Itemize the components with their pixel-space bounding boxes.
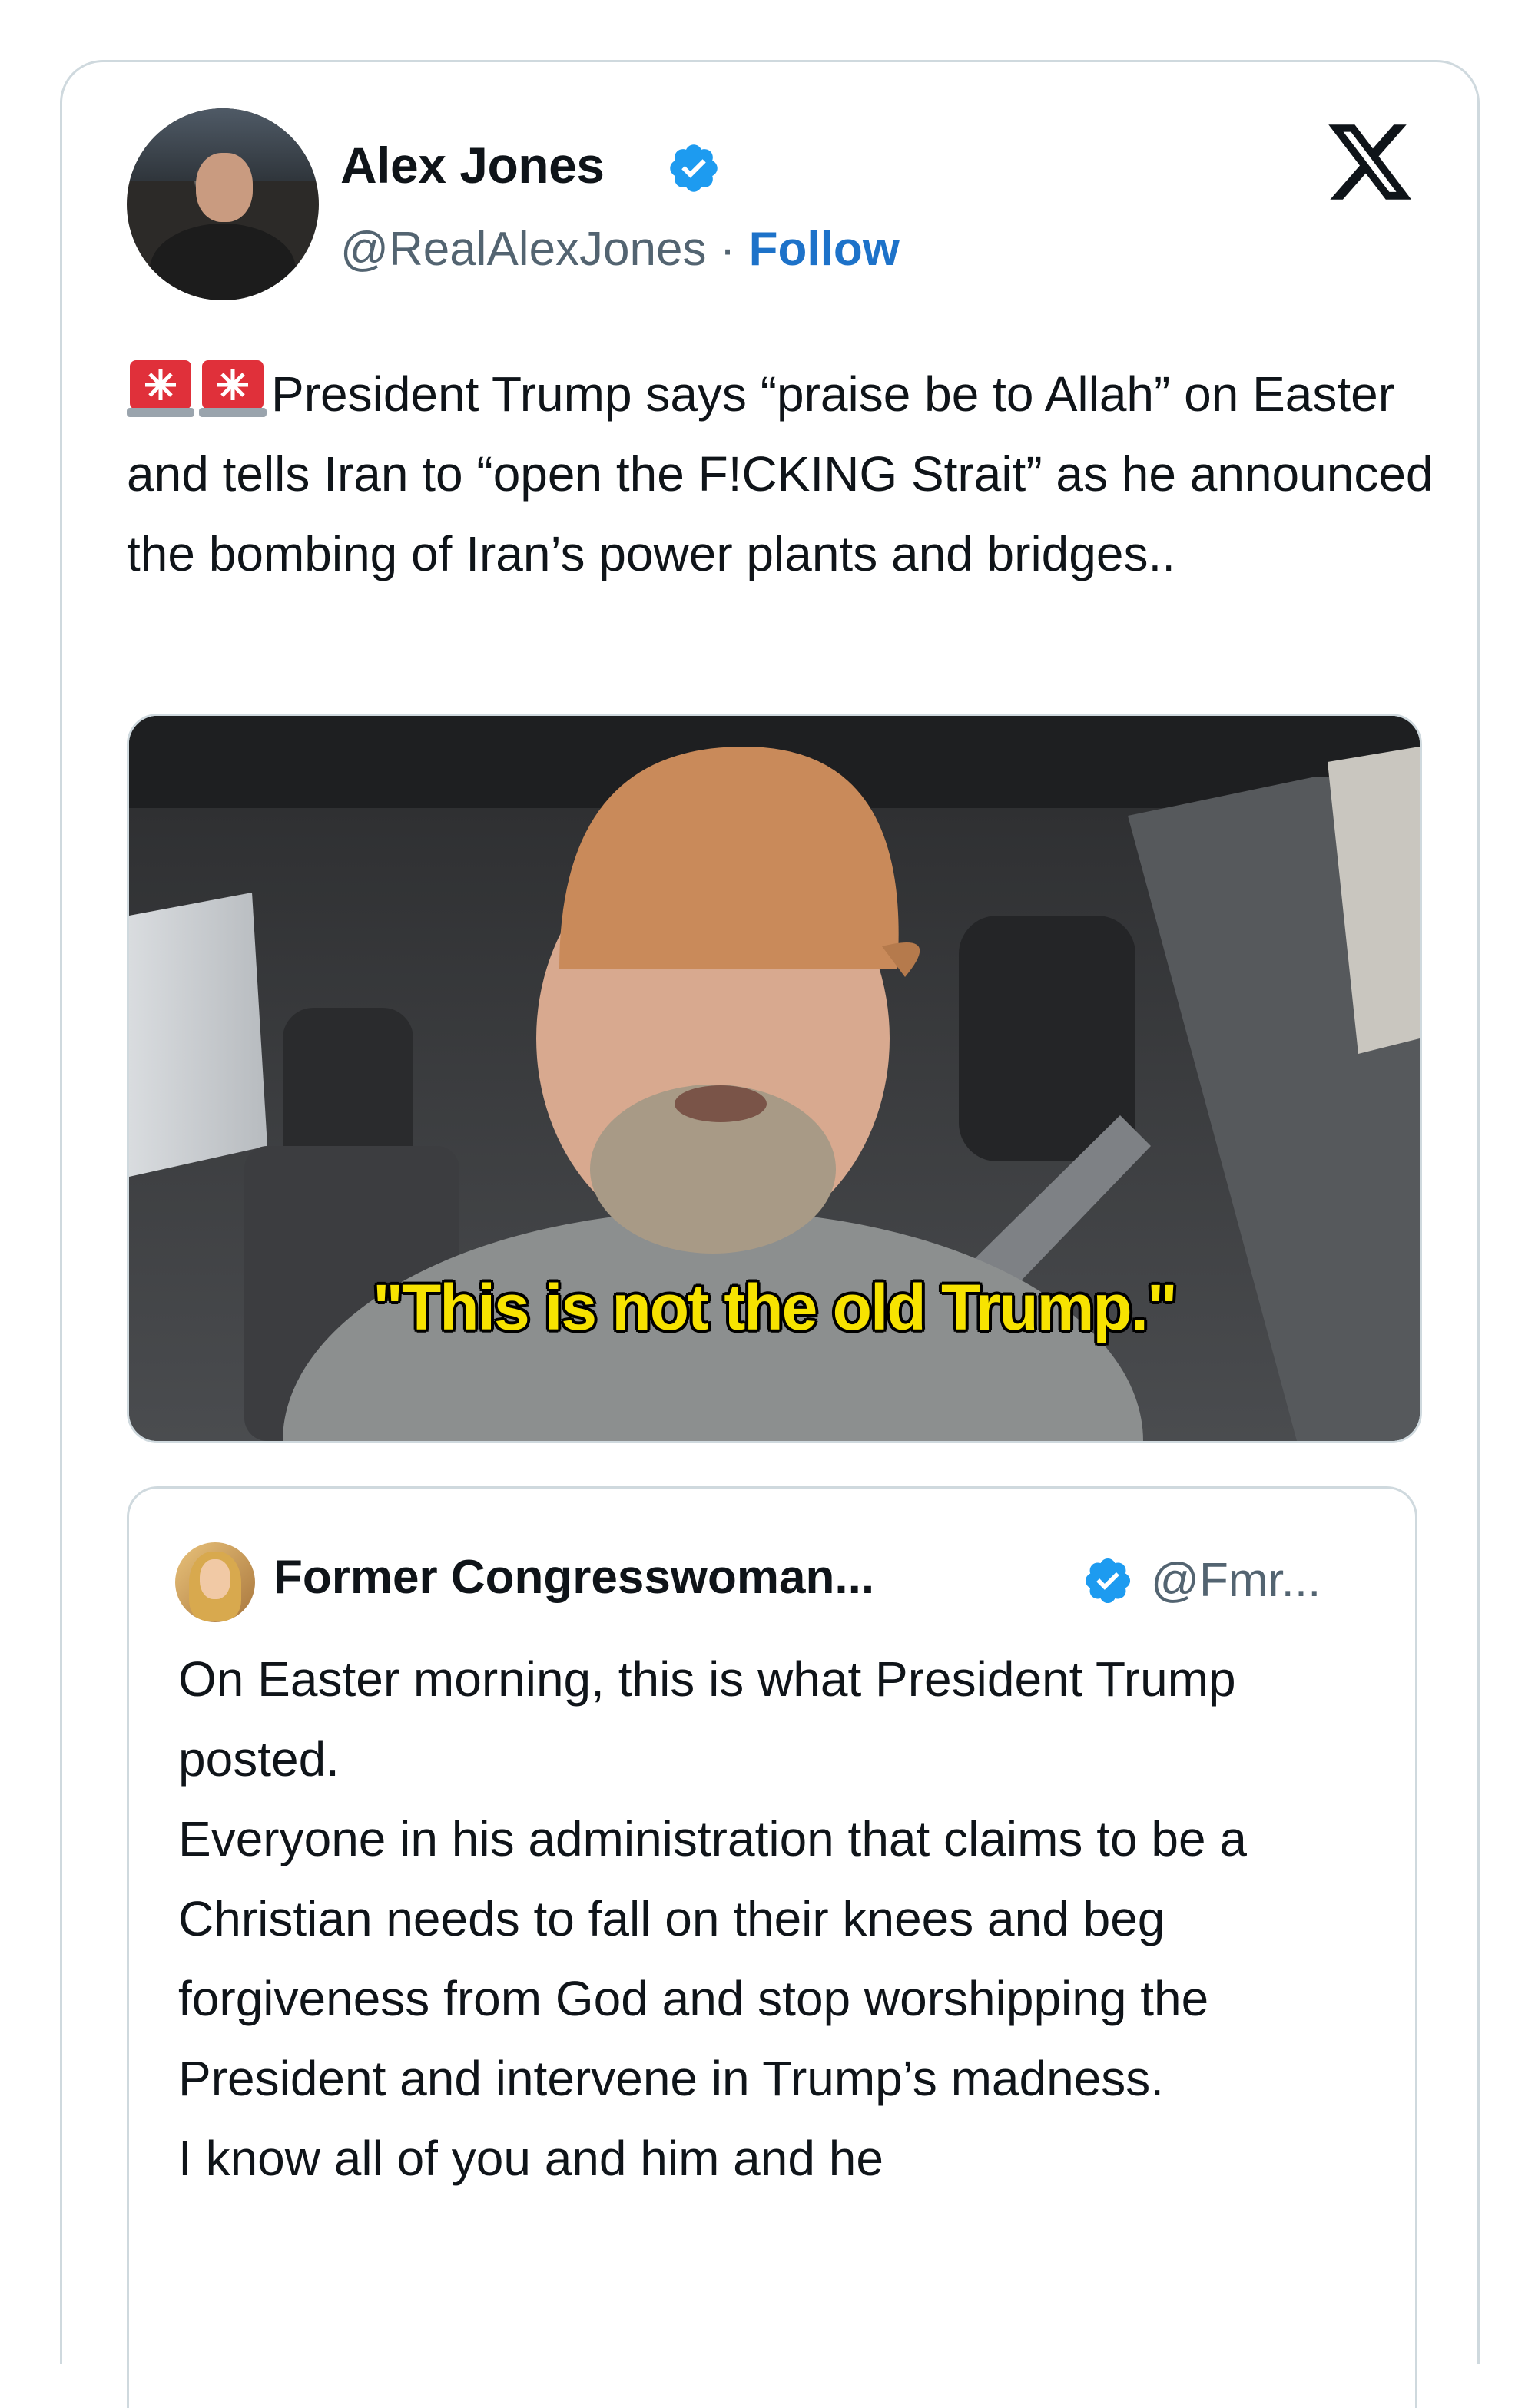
verified-badge-icon: [670, 144, 718, 192]
quoted-tweet-text: On Easter morning, this is what Presiden…: [178, 1639, 1377, 2198]
tweet-card[interactable]: Alex Jones @RealAlexJones · Follow Presi…: [60, 60, 1480, 2408]
siren-emoji-icon: [127, 360, 194, 417]
follow-button[interactable]: Follow: [749, 223, 900, 276]
author-handle[interactable]: @RealAlexJones: [340, 223, 707, 276]
quoted-text-line: On Easter morning, this is what Presiden…: [178, 1651, 1236, 1787]
author-name[interactable]: Alex Jones: [340, 136, 605, 194]
video-thumbnail[interactable]: "This is not the old Trump.": [127, 714, 1422, 1443]
handle-row: @RealAlexJones · Follow: [340, 222, 900, 277]
author-avatar[interactable]: [127, 108, 319, 300]
quoted-text-line: Everyone in his administration that clai…: [178, 1811, 1247, 2106]
tweet-body: President Trump says “praise be to Allah…: [127, 366, 1434, 581]
x-logo-icon[interactable]: [1324, 116, 1416, 208]
separator: ·: [719, 223, 736, 276]
video-caption: "This is not the old Trump.": [373, 1271, 1178, 1343]
tweet-text: President Trump says “praise be to Allah…: [127, 354, 1448, 594]
siren-emoji-icon: [199, 360, 267, 417]
verified-badge-icon: [1085, 1558, 1131, 1604]
quoted-author-avatar[interactable]: [175, 1542, 255, 1622]
quoted-author-name[interactable]: Former Congresswoman...: [273, 1550, 874, 1605]
quoted-text-line: I know all of you and him and he: [178, 2131, 883, 2186]
quoted-author-handle[interactable]: @Fmr...: [1151, 1553, 1321, 1608]
quoted-tweet[interactable]: Former Congresswoman... @Fmr... On Easte…: [127, 1486, 1417, 2408]
